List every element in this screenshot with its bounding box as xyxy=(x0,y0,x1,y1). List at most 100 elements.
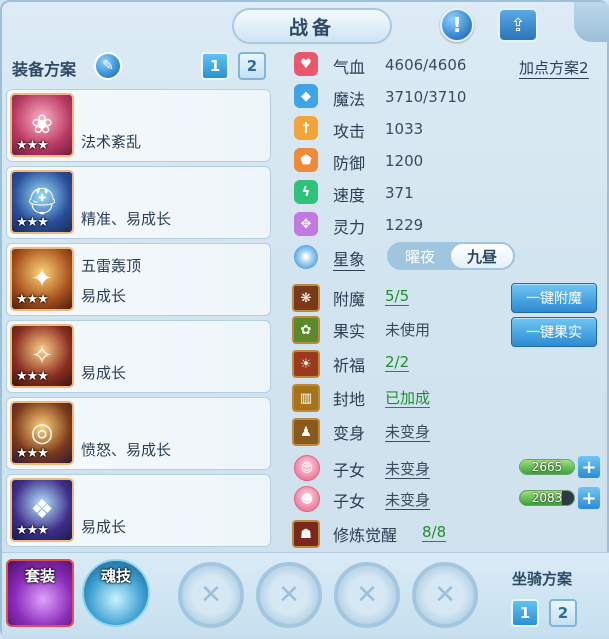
cultivation-label: 修炼觉醒 xyxy=(333,526,398,545)
child-1-label: 子女 xyxy=(333,461,366,480)
stat-label-spirit: 灵力 xyxy=(333,218,366,237)
stat-label-defense: 防御 xyxy=(333,154,366,173)
stat-label-hp: 气血 xyxy=(333,58,366,77)
equip-effect-text: 易成长 xyxy=(81,518,127,536)
battle-prep-panel: 战备 ! ⇪ 装备方案 ✎ 1 2 ❀ ★★★ 法术紊乱 ⛑ ★★★ 精准、易成长 … xyxy=(0,0,609,639)
equip-effect-text: 易成长 xyxy=(81,287,127,305)
stat-value-defense: 1200 xyxy=(385,152,424,170)
exclamation-icon[interactable]: ! xyxy=(440,8,474,42)
mount-plan-2-button[interactable]: 2 xyxy=(549,599,577,627)
stat-value-hp: 4606/4606 xyxy=(385,56,467,74)
equip-plan-2-button[interactable]: 2 xyxy=(238,52,266,80)
fan-weapon-icon: ❀ ★★★ xyxy=(10,93,74,157)
enchant-icon: ❋ xyxy=(292,284,320,312)
transform-value-text: 未变身 xyxy=(385,423,431,442)
stat-value-speed: 371 xyxy=(385,184,414,202)
mount-plan-1-button[interactable]: 1 xyxy=(511,599,539,627)
enchant-value: 5/5 xyxy=(385,287,410,306)
empty-slot-1[interactable]: ✕ xyxy=(178,562,244,628)
cultivation-icon: ☗ xyxy=(292,520,320,548)
star-icon: ✶ xyxy=(294,245,318,269)
armor-icon: ✧ ★★★ xyxy=(10,324,74,388)
empty-slot-4[interactable]: ✕ xyxy=(412,562,478,628)
enchant-label: 附魔 xyxy=(333,290,366,309)
star-rating: ★★★ xyxy=(16,215,49,230)
transform-icon: ♟ xyxy=(292,418,320,446)
fruit-icon: ✿ xyxy=(292,316,320,344)
child-2-bar-value: 2083 xyxy=(531,491,563,505)
fruit-label: 果实 xyxy=(333,322,366,341)
enchant-value-text: 5/5 xyxy=(385,287,410,306)
belt-icon: ◎ ★★★ xyxy=(10,401,74,465)
equip-row-belt[interactable]: ◎ ★★★ 愤怒、易成长 xyxy=(6,397,271,470)
magic-icon: ◆ xyxy=(294,84,318,108)
equip-row-necklace[interactable]: ✦ ★★★ 五雷轰顶 易成长 xyxy=(6,243,271,316)
territory-label: 封地 xyxy=(333,390,366,409)
equipment-set-label: 套装 xyxy=(24,567,55,585)
necklace-icon: ✦ ★★★ xyxy=(10,247,74,311)
equip-row-helmet[interactable]: ⛑ ★★★ 精准、易成长 xyxy=(6,166,271,239)
child-girl-icon: ☺ xyxy=(294,455,320,481)
equip-row-boots[interactable]: ❖ ★★★ 易成长 xyxy=(6,474,271,547)
panel-corner xyxy=(574,2,609,42)
mount-plan-label: 坐骑方案 xyxy=(512,570,573,588)
fruit-value-text: 未使用 xyxy=(385,321,431,339)
child-2-plus-button[interactable]: + xyxy=(578,487,600,509)
spirit-icon: ✥ xyxy=(294,212,318,236)
fruit-value: 未使用 xyxy=(385,319,430,340)
equip-plan-label: 装备方案 xyxy=(12,60,77,79)
star-toggle[interactable]: 曜夜 九昼 xyxy=(387,242,515,270)
equip-effect-text: 易成长 xyxy=(81,364,127,382)
one-click-enchant-button[interactable]: 一键附魔 xyxy=(511,283,597,313)
stat-value-attack: 1033 xyxy=(385,120,424,138)
empty-slot-3[interactable]: ✕ xyxy=(334,562,400,628)
stat-label-mp: 魔法 xyxy=(333,90,366,109)
share-icon[interactable]: ⇪ xyxy=(498,8,538,42)
child-1-value-text: 未变身 xyxy=(385,460,431,479)
soul-skill-button[interactable]: 魂技 xyxy=(82,559,150,627)
territory-value: 已加成 xyxy=(385,387,431,408)
blessing-label: 祈福 xyxy=(333,356,366,375)
stat-plan-link[interactable]: 加点方案2 xyxy=(519,57,589,79)
transform-label: 变身 xyxy=(333,424,366,443)
child-boy-icon: ☻ xyxy=(294,486,320,512)
sword-icon: † xyxy=(294,116,318,140)
star-rating: ★★★ xyxy=(16,292,49,307)
shield-icon: ⬟ xyxy=(294,148,318,172)
equip-plan-1-button[interactable]: 1 xyxy=(201,52,229,80)
equip-effect-text: 愤怒、易成长 xyxy=(81,441,172,459)
child-1-bar-value: 2665 xyxy=(531,460,563,474)
equip-row-weapon[interactable]: ❀ ★★★ 法术紊乱 xyxy=(6,89,271,162)
title-plate: 战备 xyxy=(232,8,392,44)
stat-value-mp: 3710/3710 xyxy=(385,88,467,106)
stat-value-spirit: 1229 xyxy=(385,216,424,234)
helmet-icon: ⛑ ★★★ xyxy=(10,170,74,234)
star-rating: ★★★ xyxy=(16,446,49,461)
equip-effect-text: 法术紊乱 xyxy=(81,133,142,151)
page-title: 战备 xyxy=(288,16,335,39)
child-2-value: 未变身 xyxy=(385,489,431,510)
blessing-icon: ☀ xyxy=(292,350,320,378)
pencil-icon[interactable]: ✎ xyxy=(94,52,122,80)
equip-row-armor[interactable]: ✧ ★★★ 易成长 xyxy=(6,320,271,393)
star-option-day[interactable]: 九昼 xyxy=(451,244,513,268)
child-1-value: 未变身 xyxy=(385,458,431,479)
blessing-value: 2/2 xyxy=(385,353,410,372)
stat-label-attack: 攻击 xyxy=(333,122,366,141)
star-rating: ★★★ xyxy=(16,523,49,538)
cultivation-value-text: 8/8 xyxy=(422,523,447,542)
empty-slot-2[interactable]: ✕ xyxy=(256,562,322,628)
star-option-night[interactable]: 曜夜 xyxy=(389,244,451,268)
child-1-plus-button[interactable]: + xyxy=(578,456,600,478)
star-rating: ★★★ xyxy=(16,138,49,153)
speed-icon: ϟ xyxy=(294,180,318,204)
territory-value-text: 已加成 xyxy=(385,389,431,408)
boots-icon: ❖ ★★★ xyxy=(10,478,74,542)
star-rating: ★★★ xyxy=(16,369,49,384)
stat-label-speed: 速度 xyxy=(333,186,366,205)
star-label: 星象 xyxy=(333,246,366,271)
equipment-set-button[interactable]: 套装 xyxy=(6,559,74,627)
one-click-fruit-button[interactable]: 一键果实 xyxy=(511,317,597,347)
cultivation-value: 8/8 xyxy=(422,523,447,542)
equip-effect-text: 五雷轰顶 xyxy=(81,257,142,275)
